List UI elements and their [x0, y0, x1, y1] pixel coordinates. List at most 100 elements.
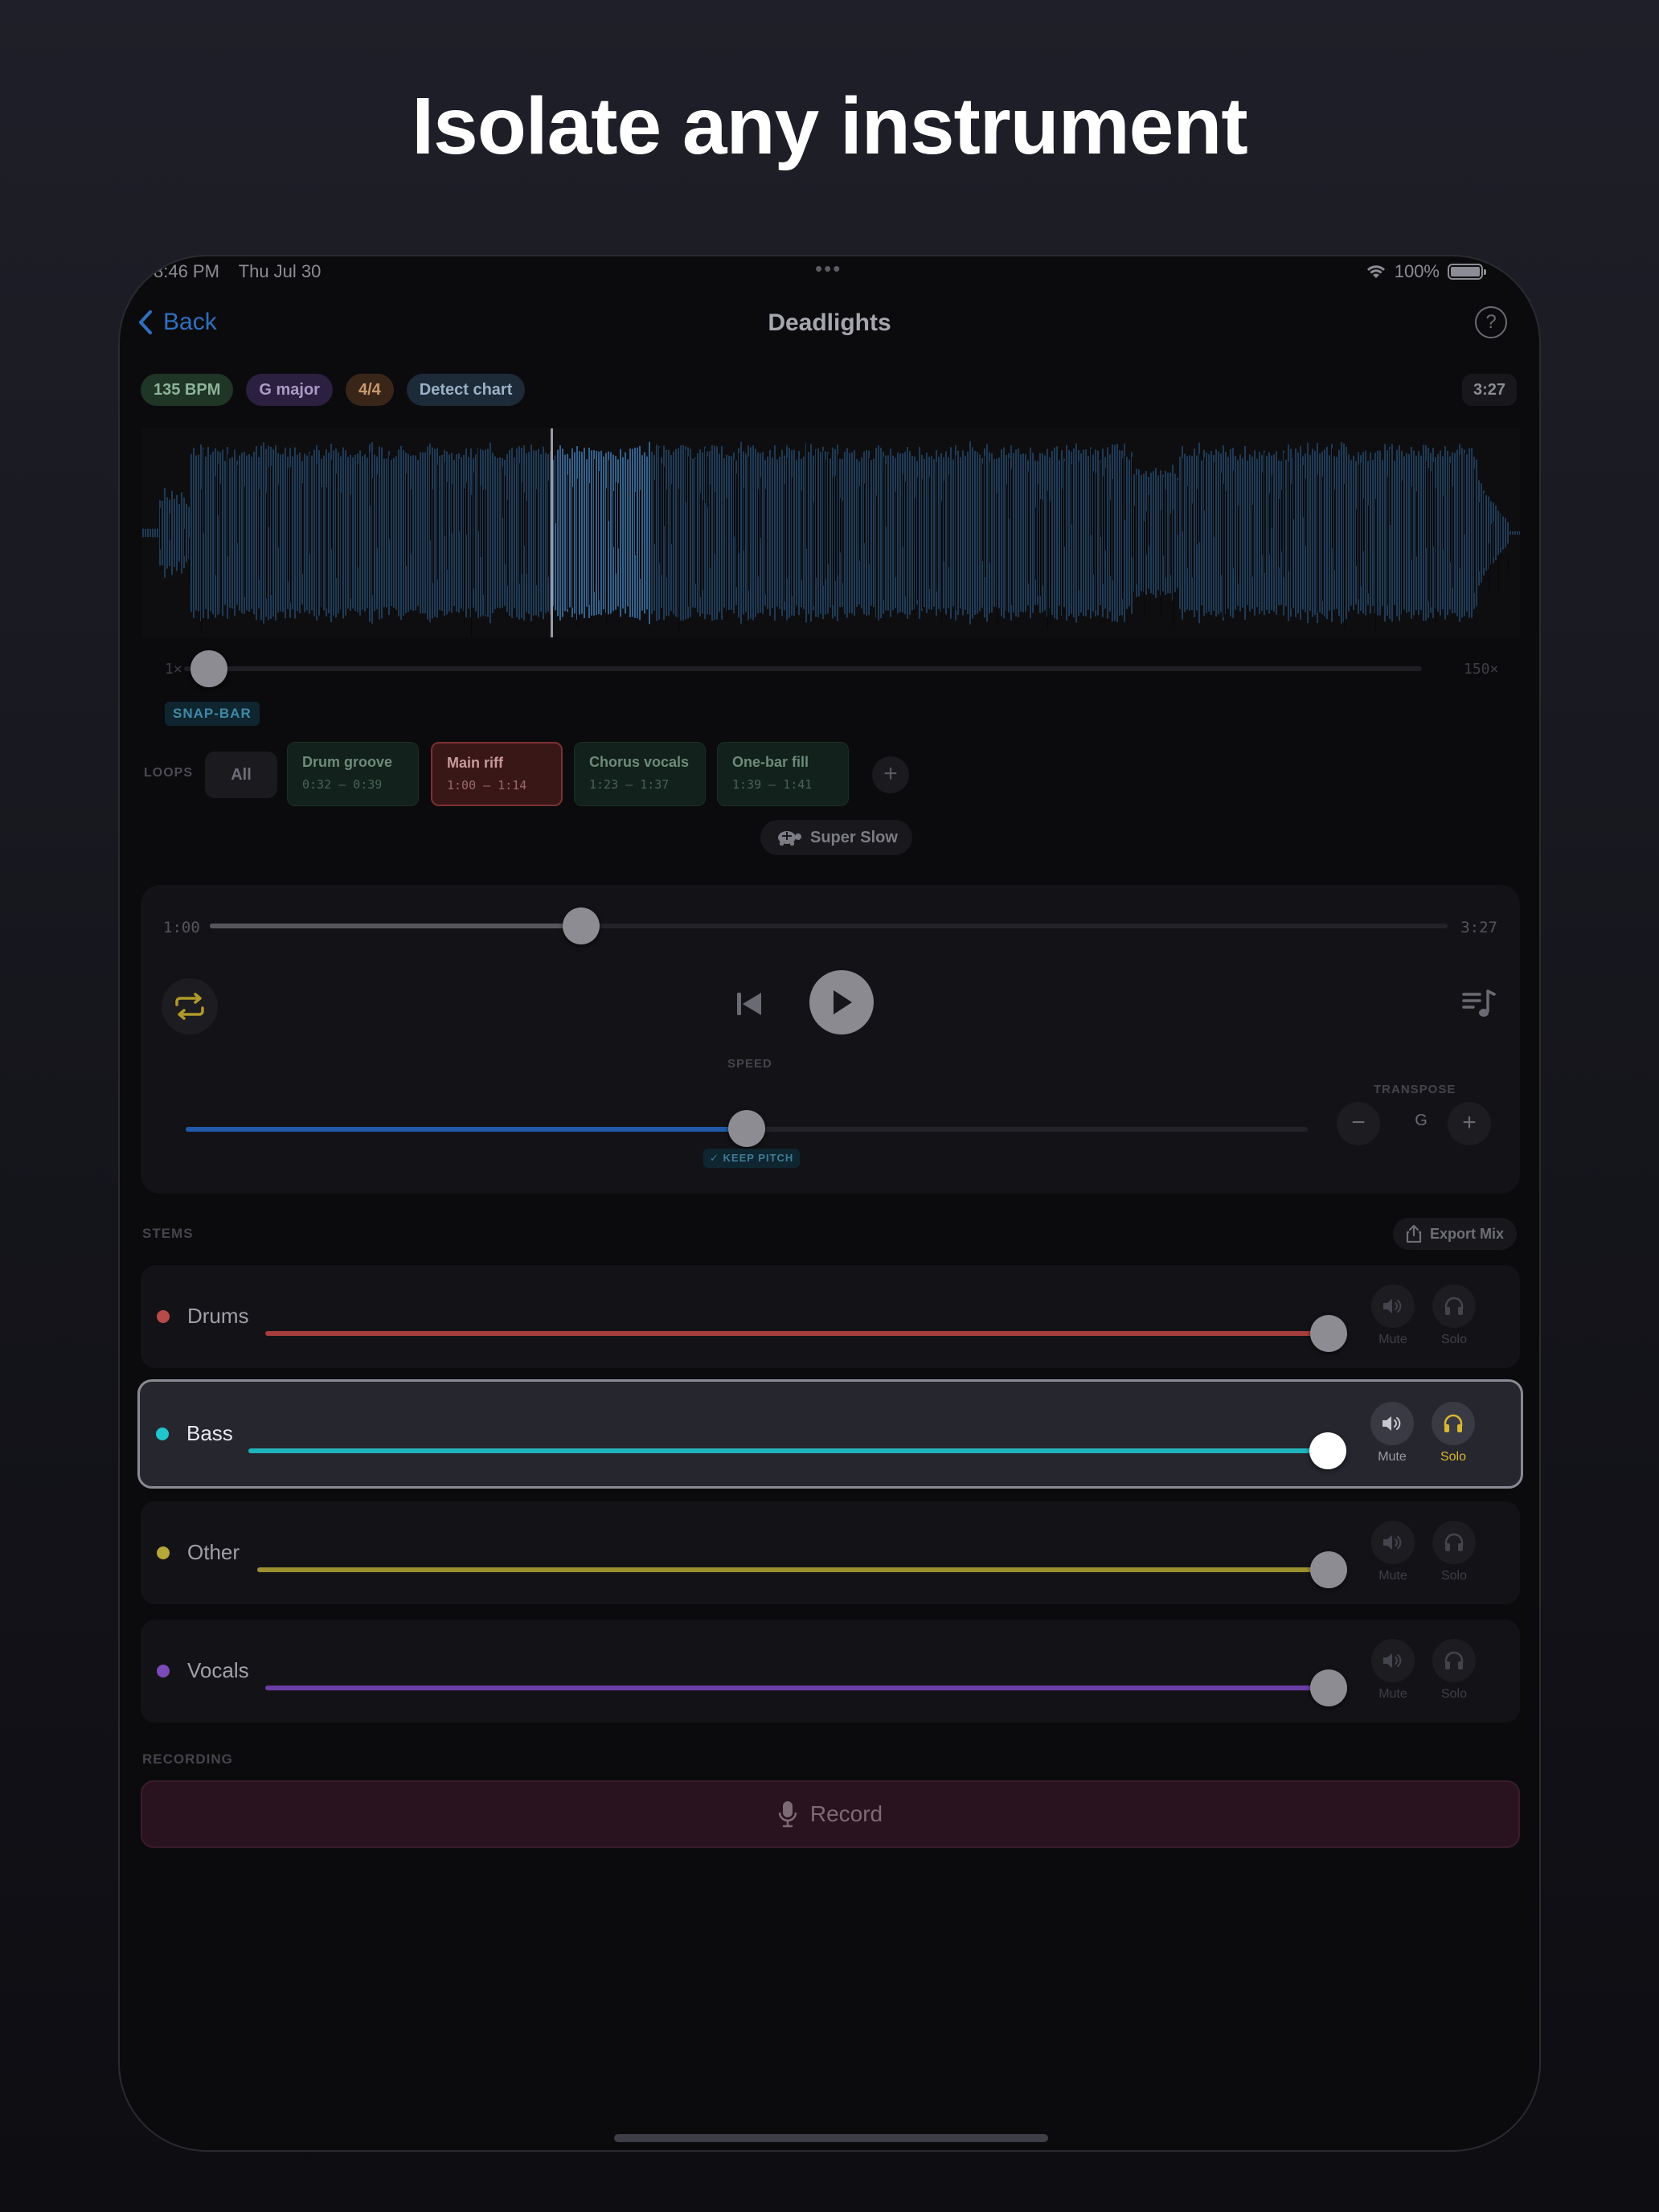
waveform-bar [803, 456, 805, 610]
stem-row-vocals[interactable]: Vocals Mute Solo [141, 1620, 1520, 1722]
waveform-bar [328, 452, 330, 614]
waveform-bar [400, 445, 402, 621]
stem-volume-knob[interactable] [1309, 1432, 1346, 1469]
play-button[interactable] [809, 970, 874, 1034]
transpose-down-button[interactable]: − [1337, 1102, 1380, 1145]
loop-name: Main riff [447, 755, 503, 771]
stem-solo-button[interactable]: Solo [1429, 1402, 1477, 1464]
stem-volume-track[interactable] [257, 1567, 1329, 1572]
stem-mute-button[interactable]: Mute [1369, 1521, 1417, 1583]
stem-solo-button[interactable]: Solo [1430, 1284, 1478, 1347]
waveform-bar [162, 500, 163, 566]
waveform-bar [596, 450, 597, 616]
waveform-bar [1365, 450, 1366, 616]
waveform-bar [781, 449, 783, 616]
keep-pitch-toggle[interactable]: ✓ KEEP PITCH [703, 1149, 801, 1168]
waveform-bar [1206, 453, 1207, 613]
waveform-bar [1097, 450, 1099, 616]
export-mix-label: Export Mix [1429, 1225, 1504, 1242]
waveform-bar [967, 451, 969, 615]
waveform-bar [750, 447, 752, 619]
multitask-dots-icon[interactable]: ••• [815, 256, 842, 281]
playback-knob[interactable] [563, 907, 600, 944]
detect-chart-button[interactable]: Detect chart [406, 374, 526, 406]
waveform-bar [1022, 453, 1024, 612]
waveform[interactable] [142, 428, 1520, 637]
waveform-bar [362, 456, 363, 610]
repeat-icon [175, 993, 204, 1020]
waveform-bar [1153, 471, 1154, 595]
waveform-bar [909, 451, 911, 615]
waveform-bar [342, 447, 344, 619]
waveform-bar [1273, 454, 1275, 612]
waveform-bar [767, 457, 768, 609]
waveform-bar [977, 452, 978, 614]
waveform-bar [603, 456, 604, 610]
zoom-track[interactable] [184, 666, 1422, 671]
loop-item-selected[interactable]: Main riff 1:00 – 1:14 [431, 742, 563, 806]
transpose-label: TRANSPOSE [1374, 1083, 1456, 1096]
playback-end-time: 3:27 [1460, 919, 1497, 936]
waveform-bar [364, 454, 366, 612]
waveform-bar [1423, 444, 1424, 621]
waveform-bar [1174, 473, 1176, 592]
waveform-bar [166, 497, 168, 569]
loop-all-button[interactable]: All [205, 752, 277, 798]
export-mix-button[interactable]: Export Mix [1392, 1218, 1517, 1250]
wifi-icon [1366, 265, 1385, 278]
waveform-bar [282, 453, 284, 612]
transpose-up-button[interactable]: + [1448, 1102, 1491, 1145]
waveform-bar [178, 504, 180, 562]
add-loop-button[interactable]: + [872, 756, 909, 793]
stem-row-drums[interactable]: Drums Mute Solo [141, 1265, 1520, 1368]
waveform-bar [427, 446, 428, 620]
stem-mute-button[interactable]: Mute [1369, 1284, 1417, 1347]
loop-range: 1:39 – 1:41 [732, 777, 813, 792]
stem-volume-track[interactable] [248, 1448, 1328, 1453]
stem-volume-knob[interactable] [1310, 1315, 1347, 1352]
player-panel: 1:00 3:27 SPEED ✓ KEEP PITCH TRANSPOSE −… [141, 885, 1520, 1194]
stem-volume-track[interactable] [265, 1331, 1329, 1336]
stem-solo-button[interactable]: Solo [1430, 1521, 1478, 1583]
loop-item[interactable]: Drum groove 0:32 – 0:39 [287, 742, 419, 806]
waveform-bar [1201, 460, 1202, 606]
waveform-bar [637, 447, 638, 619]
stem-mute-button[interactable]: Mute [1368, 1402, 1416, 1464]
stem-mute-button[interactable]: Mute [1369, 1639, 1417, 1702]
loop-toggle-button[interactable] [162, 978, 218, 1034]
waveform-bar [154, 528, 156, 538]
waveform-bar [1350, 460, 1352, 606]
super-slow-button[interactable]: Super Slow [760, 820, 912, 855]
stem-volume-knob[interactable] [1310, 1669, 1347, 1706]
loop-item[interactable]: Chorus vocals 1:23 – 1:37 [574, 742, 706, 806]
waveform-bar [292, 456, 293, 610]
home-indicator[interactable] [614, 2134, 1048, 2142]
waveform-bar [1194, 449, 1195, 617]
waveform-bar [774, 444, 776, 621]
waveform-bar [870, 460, 872, 606]
time-signature-chip[interactable]: 4/4 [345, 374, 394, 406]
help-icon[interactable]: ? [1475, 306, 1507, 338]
bpm-chip[interactable]: 135 BPM [141, 374, 234, 406]
stem-row-other[interactable]: Other Mute Solo [141, 1501, 1520, 1604]
chart-button[interactable] [1462, 988, 1496, 1024]
waveform-bar [1353, 455, 1354, 611]
waveform-bar [899, 453, 901, 612]
speed-knob[interactable] [728, 1110, 765, 1147]
waveform-bar [359, 450, 361, 616]
skip-back-button[interactable] [735, 991, 763, 1021]
stem-solo-button[interactable]: Solo [1430, 1639, 1478, 1702]
loop-item[interactable]: One-bar fill 1:39 – 1:41 [717, 742, 849, 806]
waveform-bar [854, 449, 855, 616]
zoom-knob[interactable] [190, 650, 227, 687]
waveform-bar [649, 441, 650, 625]
key-chip[interactable]: G major [246, 374, 333, 406]
record-button[interactable]: Record [141, 1780, 1520, 1848]
playback-track[interactable] [210, 924, 1448, 928]
snap-bar-toggle[interactable]: SNAP-BAR [165, 702, 260, 726]
waveform-bar [412, 455, 414, 611]
stem-volume-knob[interactable] [1310, 1551, 1347, 1588]
waveform-bar [600, 450, 602, 616]
stem-volume-track[interactable] [265, 1686, 1329, 1690]
stem-row-bass[interactable]: Bass Mute Solo [137, 1379, 1523, 1489]
